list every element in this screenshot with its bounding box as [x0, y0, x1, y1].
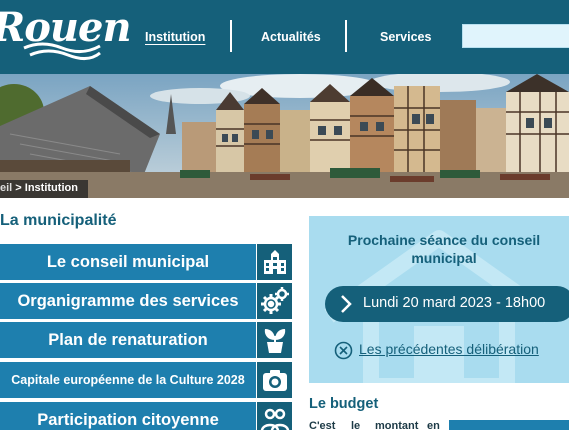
budget-word: en [427, 420, 440, 430]
city-hall-icon [256, 244, 292, 280]
next-session-title: Prochaine séance du conseil municipal [347, 232, 541, 266]
menu-item-organigramme[interactable]: Organigramme des services [0, 283, 292, 319]
budget-title: Le budget [309, 396, 379, 412]
next-session-date-button[interactable]: Lundi 20 mard 2023 - 18h00 [325, 286, 569, 322]
breadcrumb: eil > Institution [0, 180, 88, 198]
menu-item-label: Capitale européenne de la Culture 2028 [11, 373, 245, 387]
plant-pot-icon [256, 322, 292, 358]
next-session-date: Lundi 20 mard 2023 - 18h00 [363, 295, 546, 311]
close-circle-icon [334, 341, 353, 360]
breadcrumb-current: Institution [24, 182, 78, 194]
menu-item-participation[interactable]: Participation citoyenne [0, 402, 292, 430]
camera-icon [256, 362, 292, 398]
menu-item-conseil-municipal[interactable]: Le conseil municipal [0, 244, 292, 280]
nav-divider [230, 20, 232, 52]
chevron-right-icon [341, 295, 352, 313]
nav-divider [345, 20, 347, 52]
rouen-logo[interactable]: Rouen [0, 4, 132, 64]
breadcrumb-separator: > [12, 182, 25, 194]
menu-item-label: Le conseil municipal [46, 253, 210, 271]
search-input[interactable] [462, 24, 569, 48]
menu-item-plan-renaturation[interactable]: Plan de renaturation [0, 322, 292, 358]
nav-services[interactable]: Services [380, 30, 431, 44]
budget-highlight [449, 420, 569, 430]
previous-deliberations-label: Les précédentes délibération [359, 341, 539, 357]
section-title: La municipalité [0, 212, 117, 229]
breadcrumb-home[interactable]: eil [0, 182, 12, 194]
menu-item-label: Participation citoyenne [37, 411, 219, 429]
menu-item-label: Plan de renaturation [48, 331, 208, 349]
budget-word: C'est [309, 420, 336, 430]
site-header: Rouen Institution Actualités Services [0, 0, 569, 74]
nav-actualites[interactable]: Actualités [261, 30, 321, 44]
menu-item-capitale-culture[interactable]: Capitale européenne de la Culture 2028 [0, 362, 292, 398]
nav-institution[interactable]: Institution [145, 30, 205, 44]
menu-item-label: Organigramme des services [17, 292, 239, 310]
people-icon [256, 402, 292, 430]
logo-waves-icon [23, 42, 101, 60]
gears-icon [256, 283, 292, 319]
budget-word: montant [375, 420, 419, 430]
budget-word: le [351, 420, 361, 430]
